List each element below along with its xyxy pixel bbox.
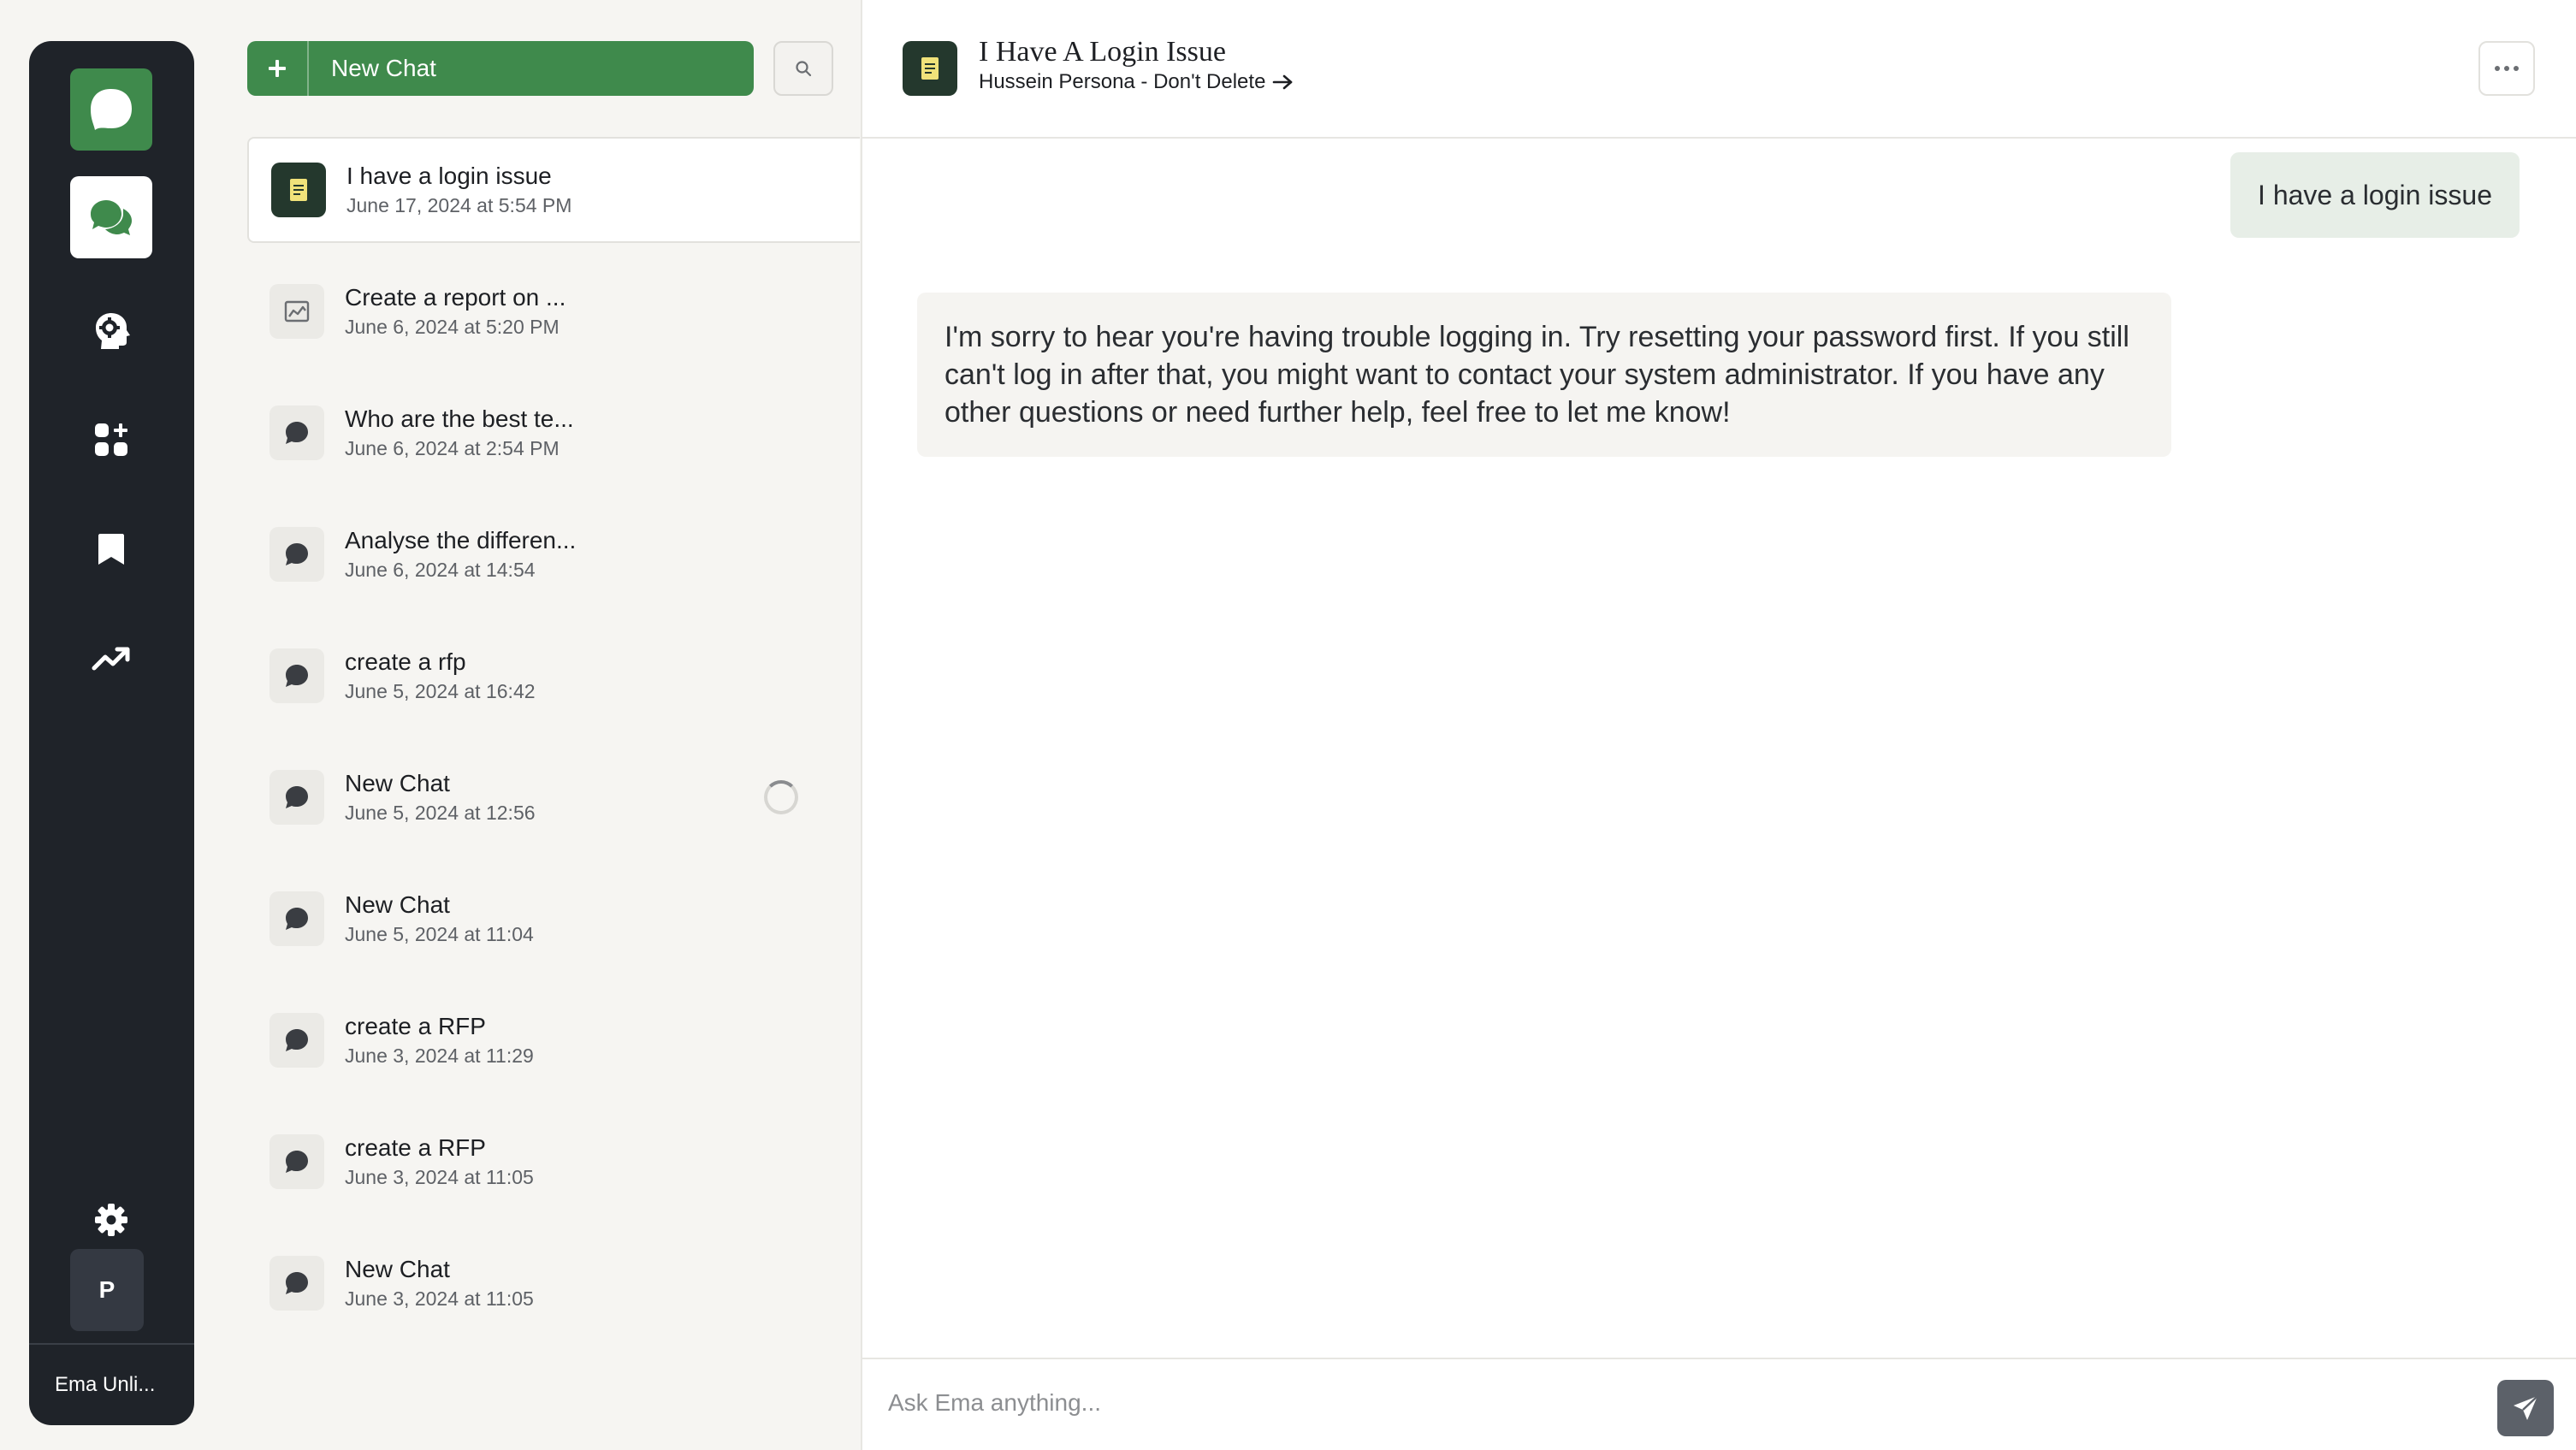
new-chat-button[interactable]: New Chat	[247, 41, 754, 96]
chat-bubble-icon	[269, 1013, 324, 1068]
more-options-button[interactable]	[2478, 41, 2535, 96]
chat-title: Who are the best te...	[345, 405, 574, 432]
ema-logo-icon	[91, 89, 132, 130]
message-input[interactable]	[888, 1375, 2479, 1431]
chat-date: June 3, 2024 at 11:05	[345, 1287, 534, 1310]
persona-link[interactable]: Hussein Persona - Don't Delete	[979, 70, 1294, 94]
chat-title: create a RFP	[345, 1013, 486, 1039]
chat-list-item[interactable]: create a RFP June 3, 2024 at 11:29	[247, 987, 860, 1093]
document-icon	[903, 41, 957, 96]
chat-list-item[interactable]: Analyse the differen... June 6, 2024 at …	[247, 501, 860, 607]
user-avatar[interactable]: P	[70, 1249, 144, 1331]
chat-list-item[interactable]: create a RFP June 3, 2024 at 11:05	[247, 1109, 860, 1215]
chat-list-item[interactable]: New Chat June 5, 2024 at 12:56	[247, 744, 860, 850]
more-horizontal-icon	[2495, 66, 2519, 71]
chat-title: New Chat	[345, 770, 450, 796]
chat-date: June 5, 2024 at 11:04	[345, 923, 534, 945]
user-message-text: I have a login issue	[2258, 179, 2492, 210]
chat-title: Analyse the differen...	[345, 527, 577, 553]
plus-icon	[247, 41, 309, 96]
conversation-panel: I Have A Login Issue Hussein Persona - D…	[861, 0, 2576, 1450]
persona-name: Hussein Persona - Don't Delete	[979, 70, 1266, 93]
chat-title: Create a report on ...	[345, 284, 566, 311]
arrow-right-icon	[1273, 74, 1293, 90]
search-icon	[796, 61, 812, 77]
bookmark-icon	[98, 534, 124, 565]
chat-date: June 17, 2024 at 5:54 PM	[346, 194, 572, 216]
bookmarks-nav-button[interactable]	[70, 508, 152, 590]
user-message: I have a login issue	[2230, 152, 2520, 238]
ema-logo-button[interactable]	[70, 68, 152, 151]
chat-bubble-icon	[269, 1256, 324, 1311]
chat-date: June 6, 2024 at 5:20 PM	[345, 316, 560, 338]
chat-date: June 3, 2024 at 11:29	[345, 1045, 534, 1067]
trending-icon	[92, 647, 130, 671]
message-composer	[862, 1358, 2576, 1450]
chat-bubble-icon	[269, 648, 324, 703]
chat-list-item[interactable]: Create a report on ... June 6, 2024 at 5…	[247, 258, 860, 364]
apps-nav-button[interactable]	[70, 399, 152, 481]
loading-spinner-icon	[764, 780, 798, 814]
bot-gear-icon	[96, 313, 130, 349]
chat-title: New Chat	[345, 891, 450, 918]
chat-date: June 5, 2024 at 16:42	[345, 680, 536, 702]
apps-grid-icon	[95, 423, 127, 456]
gear-icon	[95, 1204, 127, 1236]
chat-list-item[interactable]: I have a login issue June 17, 2024 at 5:…	[247, 137, 860, 243]
chat-bubble-icon	[269, 527, 324, 582]
conversation-header: I Have A Login Issue Hussein Persona - D…	[862, 0, 2576, 139]
document-icon	[271, 163, 326, 217]
chat-bubbles-icon	[91, 200, 132, 235]
chat-title: create a rfp	[345, 648, 466, 675]
send-icon	[2514, 1395, 2538, 1420]
chat-date: June 6, 2024 at 14:54	[345, 559, 536, 581]
chat-bubble-icon	[269, 405, 324, 460]
analytics-nav-button[interactable]	[70, 618, 152, 700]
chat-bubble-icon	[269, 891, 324, 946]
chat-title: I have a login issue	[346, 163, 552, 189]
chats-nav-button[interactable]	[70, 176, 152, 258]
chat-date: June 6, 2024 at 2:54 PM	[345, 437, 560, 459]
chat-date: June 5, 2024 at 12:56	[345, 802, 536, 824]
send-button[interactable]	[2497, 1380, 2554, 1436]
conversation-title: I Have A Login Issue	[979, 36, 1226, 68]
chat-title: create a RFP	[345, 1134, 486, 1161]
avatar-initial: P	[98, 1276, 115, 1303]
search-chats-button[interactable]	[773, 41, 833, 96]
chat-history-list: I have a login issue June 17, 2024 at 5:…	[247, 137, 860, 1386]
chat-bubble-icon	[269, 1134, 324, 1189]
chart-image-icon	[269, 284, 324, 339]
nav-rail: P Ema Unli...	[29, 41, 194, 1425]
chat-list-item[interactable]: New Chat June 5, 2024 at 11:04	[247, 866, 860, 972]
workspace-label: Ema Unli...	[55, 1373, 156, 1396]
workspace-switcher[interactable]: Ema Unli...	[29, 1343, 194, 1425]
agents-nav-button[interactable]	[70, 289, 152, 371]
chat-date: June 3, 2024 at 11:05	[345, 1166, 534, 1188]
new-chat-label: New Chat	[331, 55, 436, 81]
chat-list-item[interactable]: create a rfp June 5, 2024 at 16:42	[247, 623, 860, 729]
chat-title: New Chat	[345, 1256, 450, 1282]
assistant-message-text: I'm sorry to hear you're having trouble …	[945, 321, 2129, 429]
chat-bubble-icon	[269, 770, 324, 825]
chat-list-item[interactable]: New Chat June 3, 2024 at 11:05	[247, 1230, 860, 1336]
chat-list-item[interactable]: Who are the best te... June 6, 2024 at 2…	[247, 380, 860, 486]
assistant-message: I'm sorry to hear you're having trouble …	[917, 293, 2171, 457]
